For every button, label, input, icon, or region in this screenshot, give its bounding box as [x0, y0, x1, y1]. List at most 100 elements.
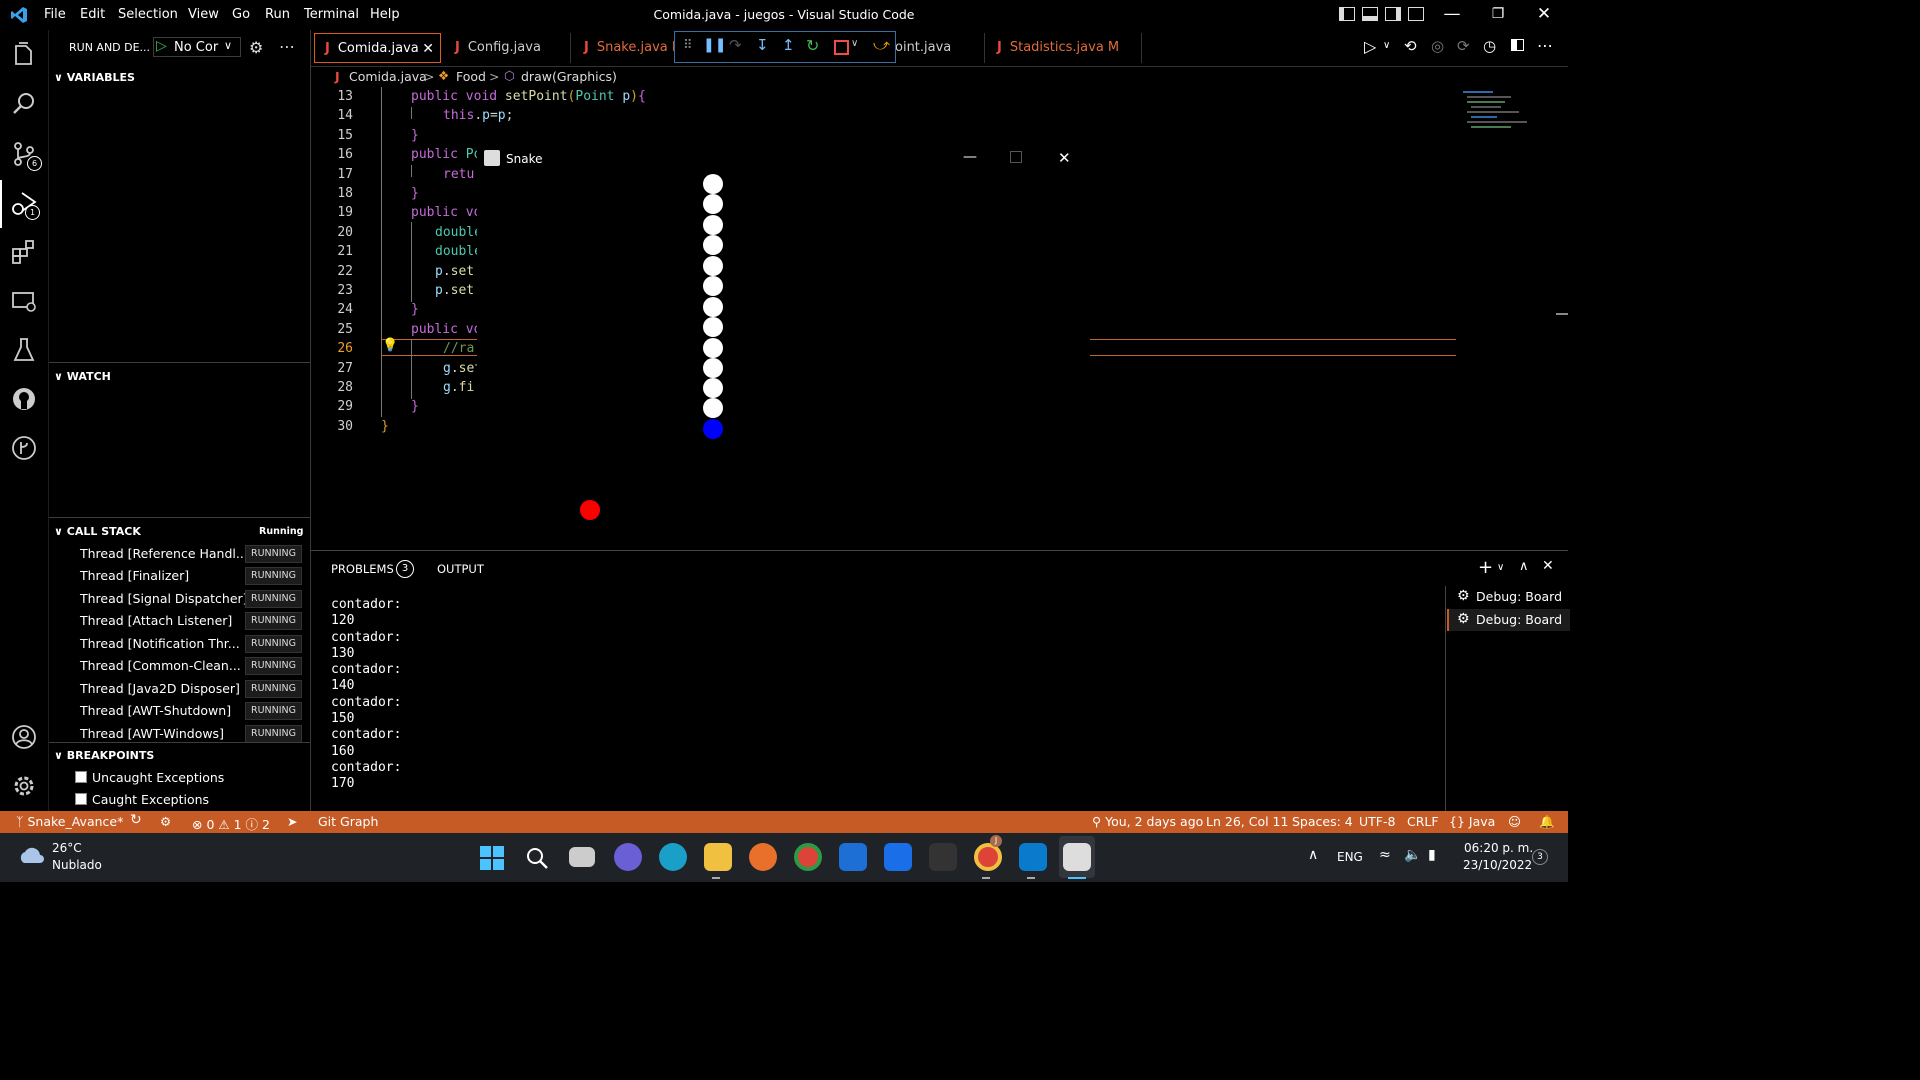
- tab-stadistics[interactable]: J Stadistics.java M: [987, 33, 1142, 63]
- chrome-icon[interactable]: [794, 843, 822, 871]
- customize-layout-icon[interactable]: [1408, 7, 1424, 21]
- code-line[interactable]: p.set: [435, 264, 474, 279]
- volume-icon[interactable]: 🔈: [1404, 847, 1421, 863]
- chevron-down-icon[interactable]: ∨: [1383, 40, 1390, 51]
- hot-code-replace-icon[interactable]: ⤻: [873, 35, 890, 55]
- thread-item[interactable]: Thread [Reference Handl...: [80, 546, 248, 561]
- thread-item[interactable]: Thread [Notification Thr...: [80, 636, 240, 651]
- battery-icon[interactable]: ▮: [1428, 847, 1436, 863]
- toggle-panel-icon[interactable]: [1362, 7, 1378, 21]
- step-out-icon[interactable]: ↥: [782, 36, 795, 54]
- tray-chevron-icon[interactable]: ∧: [1308, 847, 1318, 863]
- go-back-icon[interactable]: ⟲: [1404, 37, 1417, 55]
- thread-item[interactable]: Thread [AWT-Shutdown]: [80, 703, 231, 718]
- lightbulb-icon[interactable]: 💡: [382, 338, 398, 353]
- tab-output[interactable]: OUTPUT: [437, 562, 484, 576]
- code-line[interactable]: }: [381, 419, 389, 434]
- code-line[interactable]: public vo: [411, 205, 481, 220]
- git-graph-status[interactable]: Git Graph: [318, 814, 378, 829]
- accounts-icon[interactable]: [10, 723, 38, 751]
- github-icon[interactable]: [10, 385, 38, 413]
- code-line[interactable]: }: [411, 399, 419, 414]
- code-line[interactable]: double: [435, 225, 482, 240]
- dropbox-icon[interactable]: [884, 843, 912, 871]
- wifi-icon[interactable]: ≈: [1379, 847, 1391, 863]
- timeline-icon[interactable]: ◷: [1483, 37, 1496, 55]
- branch-status[interactable]: ᛉ Snake_Avance*: [16, 814, 123, 829]
- breadcrumb-method[interactable]: draw(Graphics): [521, 69, 617, 84]
- code-line[interactable]: double: [435, 244, 482, 259]
- checkbox[interactable]: [75, 771, 87, 783]
- restart-icon[interactable]: ↻: [806, 36, 819, 55]
- language-indicator[interactable]: ENG: [1337, 850, 1363, 864]
- code-line[interactable]: public Po: [411, 147, 481, 162]
- thread-item[interactable]: Thread [Attach Listener]: [80, 613, 232, 628]
- breakpoints-header[interactable]: ∨ BREAKPOINTS: [54, 749, 154, 762]
- terminal-instance-active[interactable]: ⚙ Debug: Board: [1447, 609, 1570, 631]
- toggle-secondary-sidebar-icon[interactable]: [1385, 7, 1401, 21]
- step-over-icon[interactable]: ↷: [729, 36, 742, 54]
- code-line[interactable]: public vo: [411, 322, 481, 337]
- toggle-sidebar-icon[interactable]: [1339, 7, 1355, 21]
- clock-time[interactable]: 06:20 p. m.: [1464, 841, 1533, 855]
- teams-chat-icon[interactable]: [614, 843, 642, 871]
- terminal-instance[interactable]: ⚙ Debug: Board: [1447, 586, 1568, 608]
- code-line[interactable]: }: [411, 128, 419, 143]
- close-tab-icon[interactable]: ✕: [422, 34, 434, 62]
- extensions-icon[interactable]: [10, 238, 38, 266]
- thread-item[interactable]: Thread [Java2D Disposer]: [80, 681, 240, 696]
- snake-maximize-icon[interactable]: [1010, 151, 1022, 163]
- chevron-down-icon[interactable]: ∨: [1497, 562, 1504, 573]
- breadcrumb-file[interactable]: Comida.java: [349, 69, 427, 84]
- explorer-icon[interactable]: [10, 41, 38, 69]
- menu-terminal[interactable]: Terminal: [304, 7, 359, 22]
- weather-temp[interactable]: 26°C: [52, 841, 82, 855]
- taskbar-search-icon[interactable]: [525, 846, 549, 870]
- close-panel-icon[interactable]: ✕: [1542, 558, 1554, 574]
- file-explorer-icon[interactable]: [704, 843, 732, 871]
- weather-desc[interactable]: Nublado: [52, 858, 102, 872]
- variables-header[interactable]: ∨ VARIABLES: [54, 71, 135, 84]
- bp-uncaught[interactable]: Uncaught Exceptions: [75, 770, 224, 785]
- mail-icon[interactable]: [839, 843, 867, 871]
- menu-selection[interactable]: Selection: [118, 7, 178, 22]
- notifications-bell-icon[interactable]: 🔔: [1539, 814, 1555, 830]
- testing-icon[interactable]: [10, 336, 38, 364]
- vscode-taskbar-icon[interactable]: [1019, 843, 1047, 871]
- firefox-icon[interactable]: [749, 843, 777, 871]
- tab-point[interactable]: oint.java: [895, 33, 985, 63]
- feedback-icon[interactable]: ☺: [1508, 814, 1521, 829]
- checkbox[interactable]: [75, 793, 87, 805]
- tab-config[interactable]: J Config.java: [445, 33, 571, 63]
- step-into-icon[interactable]: ↧: [756, 36, 769, 54]
- line-ending[interactable]: CRLF: [1407, 814, 1439, 829]
- terminal-output[interactable]: contador: 120 contador: 130 contador: 14…: [331, 597, 401, 793]
- git-graph-icon[interactable]: [10, 434, 38, 462]
- code-line[interactable]: retu: [443, 167, 474, 182]
- snake-game-window[interactable]: Snake — ✕: [477, 147, 1090, 550]
- menu-run[interactable]: Run: [265, 7, 290, 22]
- snake-title-bar[interactable]: Snake — ✕: [477, 147, 1090, 171]
- snake-minimize-icon[interactable]: —: [963, 149, 977, 165]
- git-blame-status[interactable]: ⚲ You, 2 days ago: [1092, 814, 1203, 829]
- manage-gear-icon[interactable]: [10, 772, 38, 800]
- menu-go[interactable]: Go: [232, 7, 250, 22]
- menu-view[interactable]: View: [188, 7, 219, 22]
- call-stack-header[interactable]: ∨ CALL STACK: [54, 525, 141, 538]
- snake-close-icon[interactable]: ✕: [1058, 149, 1071, 167]
- predator-sense-icon[interactable]: [929, 843, 957, 871]
- debug-settings-gear-icon[interactable]: ⚙: [249, 38, 263, 57]
- tab-snake[interactable]: J Snake.java M: [574, 33, 677, 63]
- menu-file[interactable]: File: [44, 7, 66, 22]
- java-app-taskbar-button[interactable]: [1059, 836, 1095, 878]
- task-view-icon[interactable]: [569, 847, 595, 867]
- drag-handle-icon[interactable]: ⠿: [683, 38, 693, 53]
- maximize-panel-icon[interactable]: ∧: [1519, 559, 1529, 574]
- code-line[interactable]: public void setPoint(Point p){: [411, 89, 646, 104]
- code-line[interactable]: p.set: [435, 283, 474, 298]
- game-board[interactable]: [477, 171, 1090, 550]
- pause-icon[interactable]: ❚❚: [703, 37, 726, 53]
- encoding[interactable]: UTF-8: [1359, 814, 1395, 829]
- minimap[interactable]: [1461, 89, 1547, 139]
- code-line[interactable]: g.fi: [443, 380, 474, 395]
